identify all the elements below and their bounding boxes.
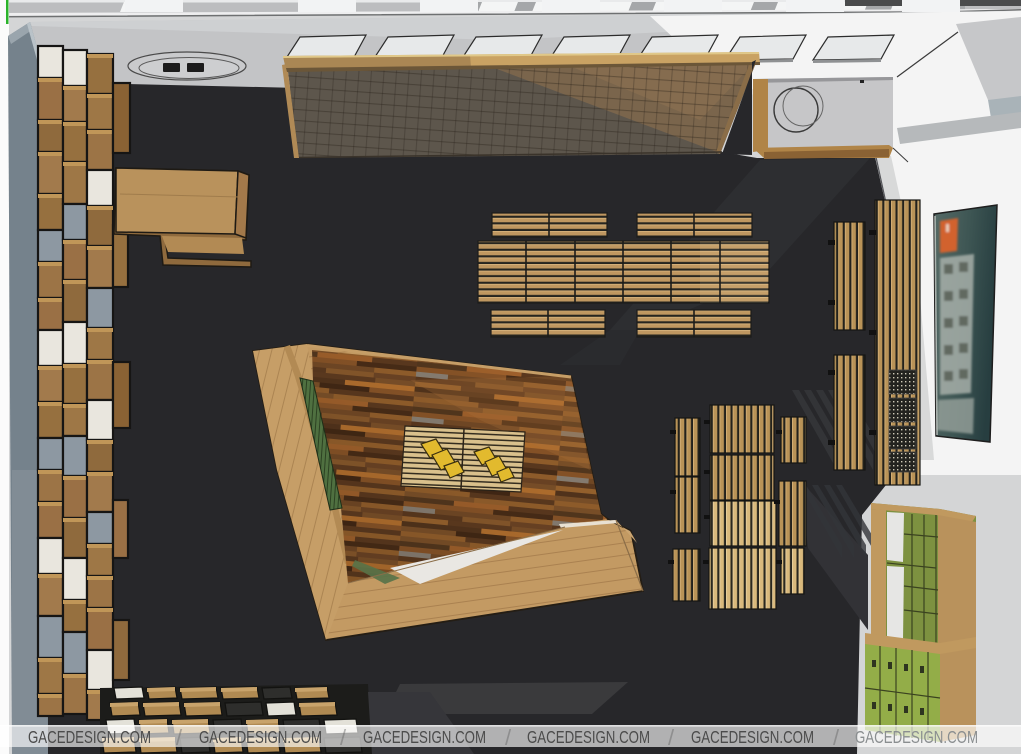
svg-text:/: / <box>340 725 347 750</box>
svg-text:/: / <box>505 725 512 750</box>
svg-text:/: / <box>833 725 840 750</box>
svg-text:GACEDESIGN.COM: GACEDESIGN.COM <box>691 727 814 747</box>
svg-text:GACEDESIGN.COM: GACEDESIGN.COM <box>363 727 486 747</box>
svg-text:/: / <box>176 725 183 750</box>
svg-text:GACEDESIGN.COM: GACEDESIGN.COM <box>855 727 978 747</box>
svg-text:/: / <box>668 725 675 750</box>
svg-text:GACEDESIGN.COM: GACEDESIGN.COM <box>527 727 650 747</box>
svg-text:GACEDESIGN.COM: GACEDESIGN.COM <box>199 727 322 747</box>
svg-text:GACEDESIGN.COM: GACEDESIGN.COM <box>28 727 151 747</box>
